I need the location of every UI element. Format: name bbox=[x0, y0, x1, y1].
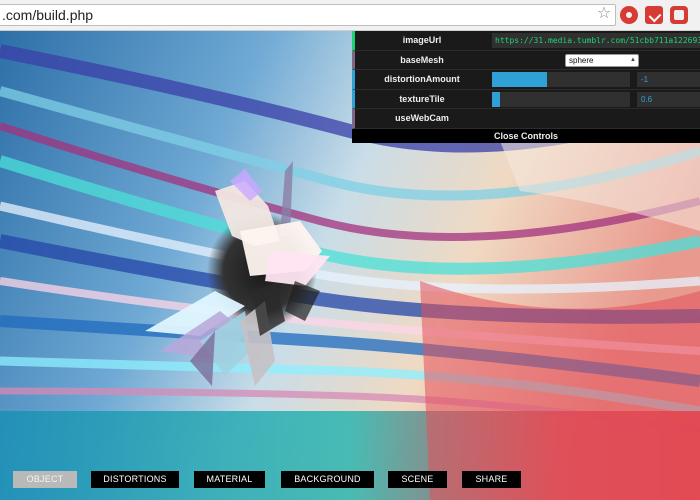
close-controls-button[interactable]: Close Controls bbox=[352, 128, 700, 143]
tab-background[interactable]: BACKGROUND bbox=[281, 471, 374, 488]
control-base-mesh: baseMesh sphere ▲ bbox=[352, 50, 700, 70]
base-mesh-selected-value: sphere bbox=[569, 55, 594, 65]
tab-distortions[interactable]: DISTORTIONS bbox=[91, 471, 179, 488]
texture-tile-value-input[interactable]: 0.6 bbox=[637, 91, 700, 107]
controls-panel: imageUrl https://31.media.tumblr.com/51c… bbox=[352, 31, 700, 143]
app-window: .com/build.php ☆ imageUrl https://31.med… bbox=[0, 0, 700, 500]
control-label-distortion-amount: distortionAmount bbox=[384, 74, 460, 84]
image-url-input[interactable]: https://31.media.tumblr.com/51cbb711a122… bbox=[492, 33, 700, 48]
bookmark-extension-icon[interactable] bbox=[670, 6, 688, 24]
tab-scene[interactable]: SCENE bbox=[388, 471, 447, 488]
address-bar[interactable]: .com/build.php bbox=[0, 4, 616, 26]
distortion-amount-value-input[interactable]: -1 bbox=[637, 72, 700, 87]
control-image-url: imageUrl https://31.media.tumblr.com/51c… bbox=[352, 31, 700, 51]
control-label-image-url: imageUrl bbox=[402, 35, 442, 45]
tab-share[interactable]: SHARE bbox=[462, 471, 521, 488]
save-extension-icon[interactable] bbox=[645, 6, 663, 24]
opera-style-extension-icon[interactable] bbox=[620, 6, 638, 24]
control-label-use-webcam: useWebCam bbox=[395, 113, 449, 123]
texture-tile-slider[interactable] bbox=[492, 91, 630, 107]
control-distortion-amount: distortionAmount -1 bbox=[352, 70, 700, 90]
tab-material[interactable]: MATERIAL bbox=[194, 471, 265, 488]
base-mesh-select[interactable]: sphere ▲ bbox=[565, 53, 639, 67]
address-url: .com/build.php bbox=[2, 7, 94, 23]
control-texture-tile: textureTile 0.6 bbox=[352, 89, 700, 109]
control-use-webcam[interactable]: useWebCam bbox=[352, 109, 700, 129]
distortion-amount-slider[interactable] bbox=[492, 72, 630, 87]
control-label-texture-tile: textureTile bbox=[399, 93, 445, 104]
browser-toolbar: .com/build.php ☆ bbox=[0, 0, 700, 31]
tab-object[interactable]: OBJECT bbox=[13, 471, 77, 488]
distortion-amount-slider-fill bbox=[492, 72, 548, 87]
control-label-base-mesh: baseMesh bbox=[400, 54, 444, 65]
texture-tile-slider-fill bbox=[492, 91, 501, 107]
star-icon[interactable]: ☆ bbox=[596, 4, 612, 24]
chevron-down-icon: ▲ bbox=[630, 56, 636, 63]
